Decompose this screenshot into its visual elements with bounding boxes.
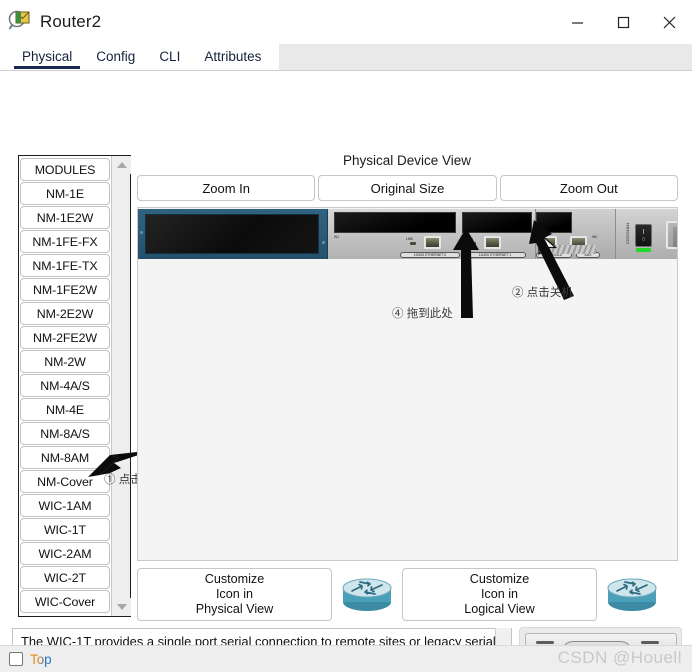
module-item-nm-2fe2w[interactable]: NM-2FE2W [20,326,110,349]
module-item-wic-2am[interactable]: WIC-2AM [20,542,110,565]
customize-row: Customize Icon in Physical View Customiz… [137,567,678,622]
router-icon-logical [603,572,661,618]
chassis-empty-slot[interactable] [145,214,319,254]
module-item-nm-1e2w[interactable]: NM-1E2W [20,206,110,229]
tab-config[interactable]: Config [84,43,148,70]
link-led [410,242,416,245]
power-off-mark: ○ [641,235,646,243]
annotation-text-4: ④ 拖到此处 [392,308,453,320]
maximize-button[interactable] [600,0,646,44]
tab-physical[interactable]: Physical [10,43,85,70]
customize-logical-line1: Customize [469,572,530,586]
router-icon-physical [338,572,396,618]
module-item-nm-1fe2w[interactable]: NM-1FE2W [20,278,110,301]
router-chassis-middle: W1 LINK 10/100 ETHERNET 0 LINK 10/100 ET… [328,209,536,259]
zoom-in-button[interactable]: Zoom In [137,175,316,201]
close-button[interactable] [646,0,692,44]
power-inlet [666,221,677,249]
model-label: CISCO1841 [625,222,630,244]
modules-list[interactable]: MODULES NM-1E NM-1E2W NM-1FE-FX NM-1FE-TX NM-… [19,156,111,616]
slot-label-w0: W0 [592,235,597,239]
link-label: LINK [406,237,414,241]
customize-logical-line3: Logical View [464,602,535,616]
customize-physical-view-button[interactable]: Customize Icon in Physical View [137,568,332,621]
tab-strip: Physical Config CLI Attributes [0,43,692,71]
module-item-wic-1t[interactable]: WIC-1T [20,518,110,541]
app-icon [8,9,34,35]
module-item-nm-1e[interactable]: NM-1E [20,182,110,205]
customize-physical-line3: Physical View [195,602,274,616]
module-item-wic-1am[interactable]: WIC-1AM [20,494,110,517]
device-view-canvas[interactable]: W1 LINK 10/100 ETHERNET 0 LINK 10/100 ET… [137,207,678,561]
module-item-nm-2e2w[interactable]: NM-2E2W [20,302,110,325]
card-dash [536,641,554,644]
module-item-nm-4a-s[interactable]: NM-4A/S [20,374,110,397]
tab-config-label: Config [96,49,136,64]
router-chassis-left [138,209,328,259]
module-item-wic-cover[interactable]: WIC-Cover [20,590,110,613]
module-item-nm-1fe-tx[interactable]: NM-1FE-TX [20,254,110,277]
annotation-text-2: ② 点击关机 [512,287,573,299]
watermark: CSDN @Houell [557,648,682,667]
bottom-bar: Top CSDN @Houell [0,645,692,672]
slot-label-w1: W1 [334,235,339,239]
customize-logical-line2: Icon in [480,587,519,601]
ethernet-port-0[interactable] [424,236,441,249]
module-item-nm-1fe-fx[interactable]: NM-1FE-FX [20,230,110,253]
modules-panel: MODULES NM-1E NM-1E2W NM-1FE-FX NM-1FE-TX NM-… [18,155,131,617]
tab-attributes[interactable]: Attributes [192,43,274,70]
original-size-button[interactable]: Original Size [318,175,497,201]
physical-device-view-title: Physical Device View [342,153,472,168]
module-item-nm-2w[interactable]: NM-2W [20,350,110,373]
window-controls [554,0,692,44]
module-item-nm-4e[interactable]: NM-4E [20,398,110,421]
power-on-mark: I [642,228,645,236]
window-title: Router2 [40,12,102,31]
dialog-body: MODULES NM-1E NM-1E2W NM-1FE-FX NM-1FE-TX NM-… [0,71,692,672]
zoom-out-button[interactable]: Zoom Out [499,175,678,201]
power-led [636,248,651,252]
chassis-screw [322,241,325,244]
module-item-modules[interactable]: MODULES [20,158,110,181]
top-checkbox-label: Top [30,651,52,667]
wic-slot-w1[interactable] [334,212,456,233]
chassis-screw [140,231,143,234]
modules-scrollbar[interactable] [111,156,131,616]
card-dash [641,641,659,644]
customize-physical-line1: Customize [204,572,265,586]
customize-physical-line2: Icon in [215,587,254,601]
module-item-wic-2t[interactable]: WIC-2T [20,566,110,589]
top-checkbox[interactable] [9,652,23,666]
scroll-down-icon[interactable] [112,598,131,616]
zoom-controls: Zoom In Original Size Zoom Out [137,175,678,201]
annotation-arrow-4 [448,228,484,323]
module-item-nm-8a-s[interactable]: NM-8A/S [20,422,110,445]
power-switch[interactable]: I ○ [635,224,652,247]
tabs-container: Physical Config CLI Attributes [0,43,280,70]
tab-attributes-label: Attributes [204,49,262,64]
minimize-button[interactable] [554,0,600,44]
tab-cli[interactable]: CLI [147,43,193,70]
customize-logical-view-button[interactable]: Customize Icon in Logical View [402,568,597,621]
tab-physical-label: Physical [22,49,73,64]
ethernet-port-1[interactable] [484,236,501,249]
title-bar: Router2 [0,0,692,44]
tab-cli-label: CLI [159,49,181,64]
scroll-up-icon[interactable] [112,156,131,174]
